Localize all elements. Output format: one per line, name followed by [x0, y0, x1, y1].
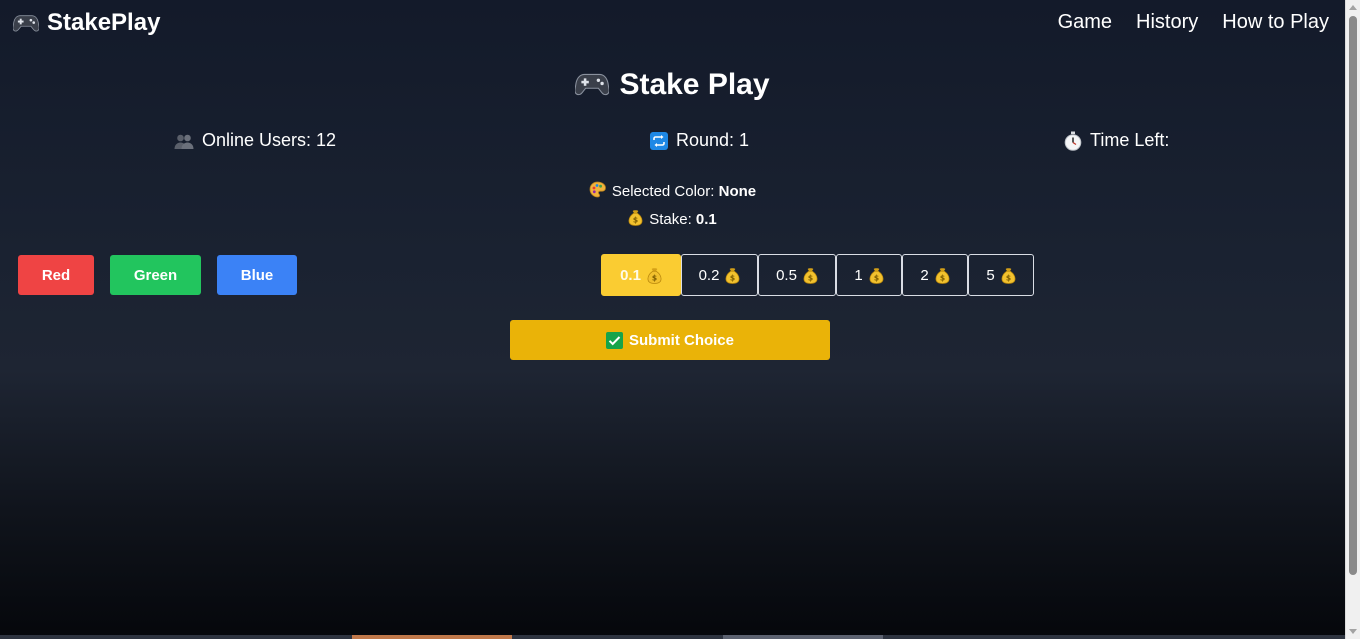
stake-info-value: 0.1 — [695, 211, 717, 228]
stake-info-label: Stake: — [649, 211, 692, 228]
round-label: Round: 1 — [676, 130, 750, 150]
stake-option-2[interactable]: 2 — [902, 254, 968, 296]
blue-button[interactable]: Blue — [217, 255, 297, 295]
selected-color-label: Selected Color: — [611, 183, 715, 200]
stopwatch-icon — [1064, 131, 1082, 151]
stake-option-0-5[interactable]: 0.5 — [758, 254, 836, 296]
nav-link-history[interactable]: History — [1136, 11, 1198, 34]
green-button[interactable]: Green — [110, 255, 201, 295]
selected-color: Selected Color: None — [0, 181, 1345, 200]
stake-option-0-2[interactable]: 0.2 — [681, 254, 758, 296]
money-bag-icon — [628, 209, 643, 226]
gamepad-icon — [13, 13, 39, 33]
stake-info: Stake: 0.1 — [0, 209, 1345, 228]
money-bag-icon — [647, 267, 662, 284]
scrollbar-thumb[interactable] — [1349, 16, 1357, 575]
stake-option-label: 0.2 — [698, 266, 720, 284]
check-box-icon — [605, 331, 623, 349]
nav-link-how-to-play[interactable]: How to Play — [1222, 11, 1329, 34]
money-bag-icon — [725, 267, 740, 284]
stake-option-label: 0.5 — [776, 266, 797, 284]
selected-color-value: None — [718, 183, 757, 200]
round: Round: 1 — [650, 130, 749, 151]
red-button[interactable]: Red — [18, 255, 94, 295]
vertical-scrollbar[interactable] — [1345, 0, 1360, 639]
brand[interactable]: StakePlay — [13, 9, 160, 37]
repeat-icon — [650, 131, 668, 150]
money-bag-icon — [803, 267, 818, 284]
submit-choice-button[interactable]: Submit Choice — [510, 320, 830, 360]
stake-option-label: 5 — [986, 266, 995, 284]
palette-icon — [589, 181, 606, 198]
time-left-label: Time Left: — [1090, 130, 1170, 150]
stake-options: 0.1 0.2 0.5 1 2 5 — [601, 254, 1034, 296]
navbar: StakePlay Game History How to Play — [0, 0, 1345, 48]
page-title: Stake Play — [0, 68, 1345, 102]
stake-option-label: 2 — [920, 266, 929, 284]
online-users-label: Online Users: 12 — [202, 130, 337, 150]
gamepad-icon — [575, 71, 609, 97]
brand-label: StakePlay — [47, 9, 161, 36]
money-bag-icon — [869, 267, 884, 284]
time-left: Time Left: — [1064, 130, 1169, 151]
scroll-down-icon[interactable] — [1349, 629, 1357, 634]
page-title-label: Stake Play — [619, 68, 770, 101]
users-icon — [174, 132, 194, 150]
stake-option-label: 1 — [854, 266, 863, 284]
submit-choice-label: Submit Choice — [628, 331, 734, 349]
nav-links: Game History How to Play — [1058, 11, 1329, 34]
stake-option-0-1[interactable]: 0.1 — [601, 254, 681, 296]
stake-option-label: 0.1 — [620, 266, 641, 284]
scroll-up-icon[interactable] — [1349, 5, 1357, 10]
stake-option-1[interactable]: 1 — [836, 254, 902, 296]
taskbar-strip — [0, 635, 1345, 639]
money-bag-icon — [1001, 267, 1016, 284]
stake-option-5[interactable]: 5 — [968, 254, 1034, 296]
money-bag-icon — [935, 267, 950, 284]
online-users: Online Users: 12 — [174, 130, 336, 151]
nav-link-game[interactable]: Game — [1058, 11, 1112, 34]
